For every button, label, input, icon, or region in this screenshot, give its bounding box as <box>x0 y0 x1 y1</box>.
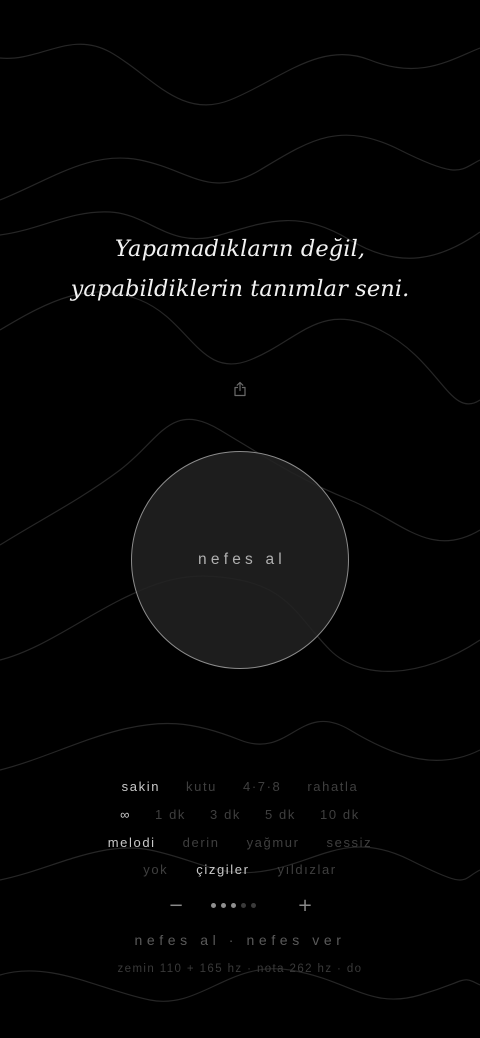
level-dots <box>211 903 256 908</box>
duration-option[interactable]: 1 dk <box>155 807 186 822</box>
visual-option[interactable]: yok <box>143 862 168 877</box>
mode-option[interactable]: rahatla <box>307 779 358 794</box>
minus-button[interactable]: − <box>164 894 188 918</box>
breath-label: nefes al <box>198 551 286 568</box>
mode-option[interactable]: 4·7·8 <box>243 779 281 794</box>
share-icon <box>234 381 246 397</box>
wave-line <box>0 134 480 201</box>
sound-option[interactable]: melodi <box>108 835 156 850</box>
level-dot[interactable] <box>211 903 216 908</box>
breath-circle[interactable]: nefes al <box>131 451 349 669</box>
plus-button[interactable]: + <box>293 894 317 918</box>
duration-option[interactable]: ∞ <box>120 807 131 822</box>
duration-option[interactable]: 10 dk <box>320 807 360 822</box>
duration-option[interactable]: 3 dk <box>210 807 241 822</box>
visual-option[interactable]: yıldızlar <box>278 862 337 877</box>
sound-option[interactable]: yağmur <box>247 835 300 850</box>
level-dot[interactable] <box>231 903 236 908</box>
level-stepper: − + <box>0 894 480 918</box>
wave-line <box>0 720 480 771</box>
sound-option[interactable]: sessiz <box>327 835 373 850</box>
sound-option[interactable]: derin <box>183 835 220 850</box>
quote-line-2: yapabildiklerin tanımlar seni. <box>70 276 410 302</box>
duration-option[interactable]: 5 dk <box>265 807 296 822</box>
mode-selector: sakin kutu 4·7·8 rahatla <box>0 779 480 794</box>
mode-option[interactable]: sakin <box>122 779 160 794</box>
duration-selector: ∞ 1 dk 3 dk 5 dk 10 dk <box>0 807 480 822</box>
quote-line-1: Yapamadıkların değil, <box>114 236 366 262</box>
sound-selector: melodi derin yağmur sessiz <box>0 835 480 850</box>
frequency-caption: zemin 110 + 165 hz · nota 262 hz · do <box>117 963 363 975</box>
level-dot[interactable] <box>251 903 256 908</box>
level-dot[interactable] <box>221 903 226 908</box>
wave-line <box>0 43 480 106</box>
visual-option[interactable]: çizgiler <box>196 862 249 877</box>
share-button[interactable] <box>230 379 250 399</box>
breath-caption: nefes al · nefes ver <box>134 932 346 948</box>
visual-selector: yok çizgiler yıldızlar <box>0 862 480 877</box>
mode-option[interactable]: kutu <box>186 779 217 794</box>
level-dot[interactable] <box>241 903 246 908</box>
